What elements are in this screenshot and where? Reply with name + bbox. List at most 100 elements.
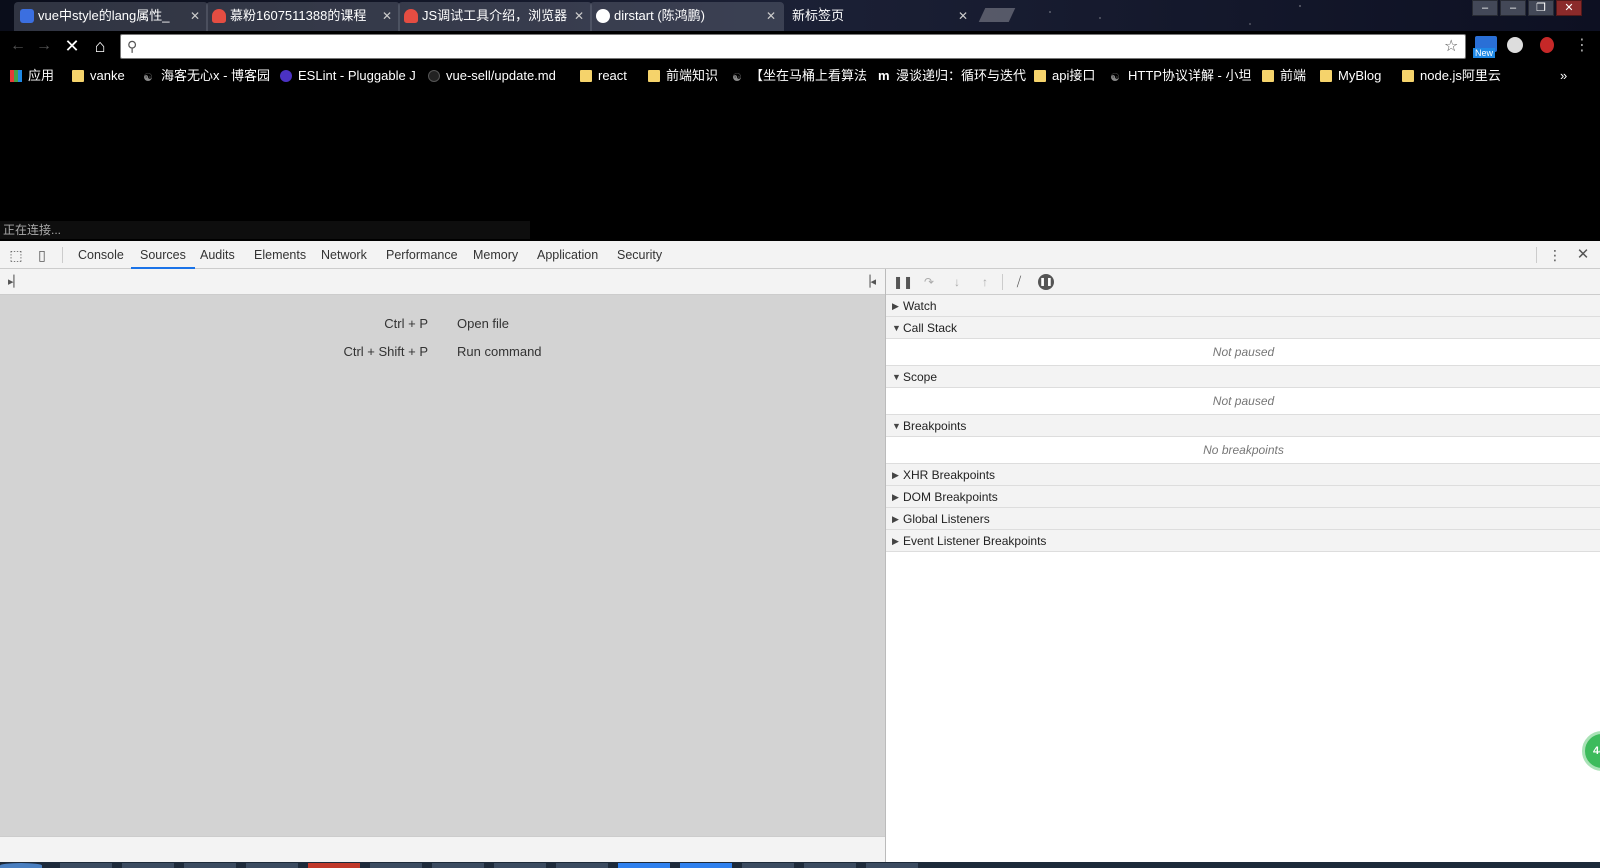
browser-tab[interactable]: JS调试工具介绍，浏览器 ✕: [398, 2, 592, 31]
tab-security[interactable]: Security: [608, 241, 671, 269]
call-stack-empty: Not paused: [886, 339, 1600, 366]
device-toolbar-icon[interactable]: ▯: [33, 246, 51, 264]
pause-on-exceptions-icon[interactable]: ❚❚: [1038, 274, 1054, 290]
bookmark-item[interactable]: ☯ HTTP协议详解 - 小坦: [1110, 68, 1252, 84]
new-tab-button[interactable]: [978, 8, 1016, 22]
taskbar-app[interactable]: [618, 863, 670, 868]
bookmark-label: 【坐在马桶上看算法: [750, 68, 868, 83]
page-content: [0, 91, 1600, 241]
taskbar-app[interactable]: [308, 863, 360, 868]
start-button[interactable]: [0, 863, 42, 868]
tab-close-icon[interactable]: ✕: [574, 2, 584, 30]
forward-icon[interactable]: →: [34, 36, 54, 56]
section-title: Global Listeners: [903, 512, 990, 526]
bookmark-item[interactable]: react: [580, 68, 627, 84]
bookmark-item[interactable]: node.js阿里云: [1402, 68, 1501, 84]
browser-tab-active[interactable]: 新标签页 ✕: [782, 2, 976, 31]
breakpoints-empty: No breakpoints: [886, 437, 1600, 464]
stop-loading-icon[interactable]: ✕: [62, 36, 82, 56]
extension-icon[interactable]: New: [1473, 36, 1497, 58]
tab-audits[interactable]: Audits: [191, 241, 244, 269]
section-event-listener-breakpoints[interactable]: ▶ Event Listener Breakpoints: [886, 530, 1600, 552]
taskbar-app[interactable]: [680, 863, 732, 868]
section-breakpoints[interactable]: ▼ Breakpoints: [886, 415, 1600, 437]
search-icon: ⚲: [127, 38, 138, 54]
star-icon[interactable]: ☆: [1444, 36, 1458, 56]
tab-network[interactable]: Network: [312, 241, 376, 269]
taskbar-app[interactable]: [432, 863, 484, 868]
tab-sources[interactable]: Sources: [131, 241, 195, 269]
tab-memory[interactable]: Memory: [464, 241, 527, 269]
bookmark-item[interactable]: ☯ 【坐在马桶上看算法: [732, 68, 867, 84]
extension-icon[interactable]: [1540, 37, 1554, 53]
bookmark-item[interactable]: 前端: [1262, 68, 1306, 84]
close-devtools-icon[interactable]: ✕: [1574, 246, 1592, 264]
home-icon[interactable]: ⌂: [90, 36, 110, 56]
section-title: DOM Breakpoints: [903, 490, 998, 504]
bookmark-item[interactable]: vue-sell/update.md: [428, 68, 556, 84]
bookmark-item[interactable]: ☯ 海客无心x - 博客园: [143, 68, 270, 84]
step-out-icon[interactable]: ↑: [976, 273, 994, 291]
step-over-icon[interactable]: ↷: [920, 273, 938, 291]
address-input[interactable]: [149, 37, 1429, 56]
minimize-button[interactable]: –: [1472, 0, 1498, 16]
taskbar-app[interactable]: [866, 863, 918, 868]
tab-close-icon[interactable]: ✕: [382, 2, 392, 30]
taskbar-app[interactable]: [122, 863, 174, 868]
taskbar-app[interactable]: [246, 863, 298, 868]
tab-close-icon[interactable]: ✕: [958, 2, 968, 30]
section-global-listeners[interactable]: ▶ Global Listeners: [886, 508, 1600, 530]
section-watch[interactable]: ▶ Watch: [886, 295, 1600, 317]
section-dom-breakpoints[interactable]: ▶ DOM Breakpoints: [886, 486, 1600, 508]
tab-close-icon[interactable]: ✕: [766, 2, 776, 30]
toggle-debugger-icon[interactable]: ▕◂: [860, 273, 878, 291]
bookmark-item[interactable]: m 漫谈递归：循环与迭代: [878, 68, 1026, 84]
bookmark-item[interactable]: api接口: [1034, 68, 1095, 84]
tab-close-icon[interactable]: ✕: [190, 2, 200, 30]
section-scope[interactable]: ▼ Scope: [886, 366, 1600, 388]
minimize-button[interactable]: –: [1500, 0, 1526, 16]
back-icon[interactable]: ←: [8, 36, 28, 56]
taskbar-app[interactable]: [370, 863, 422, 868]
divider: [1536, 247, 1537, 263]
deactivate-breakpoints-icon[interactable]: ⧸: [1010, 273, 1028, 291]
taskbar-app[interactable]: [494, 863, 546, 868]
taskbar-app[interactable]: [60, 863, 112, 868]
bookmarks-overflow-button[interactable]: »: [1560, 68, 1567, 84]
section-title: Call Stack: [903, 321, 958, 335]
tab-application[interactable]: Application: [528, 241, 607, 269]
section-xhr-breakpoints[interactable]: ▶ XHR Breakpoints: [886, 464, 1600, 486]
tab-elements[interactable]: Elements: [245, 241, 315, 269]
tab-title: vue中style的lang属性_: [38, 8, 170, 23]
extension-icon[interactable]: [1507, 37, 1523, 53]
pause-icon[interactable]: ❚❚: [893, 273, 913, 291]
section-call-stack[interactable]: ▼ Call Stack: [886, 317, 1600, 339]
inspect-element-icon[interactable]: ⬚: [7, 246, 25, 264]
collapse-arrow-icon: ▼: [892, 421, 901, 431]
toggle-navigator-icon[interactable]: ▸▏: [6, 273, 24, 291]
expand-arrow-icon: ▶: [892, 514, 899, 524]
browser-tab[interactable]: vue中style的lang属性_ ✕: [14, 2, 208, 31]
taskbar-app[interactable]: [556, 863, 608, 868]
restore-button[interactable]: ❐: [1528, 0, 1554, 16]
more-options-icon[interactable]: ⋮: [1546, 246, 1564, 264]
expand-arrow-icon: ▶: [892, 492, 899, 502]
bookmark-item[interactable]: vanke: [72, 68, 125, 84]
tab-console[interactable]: Console: [69, 241, 133, 269]
taskbar-app[interactable]: [804, 863, 856, 868]
taskbar-app[interactable]: [742, 863, 794, 868]
taskbar-app[interactable]: [184, 863, 236, 868]
tab-performance[interactable]: Performance: [377, 241, 467, 269]
bookmark-item[interactable]: ESLint - Pluggable J: [280, 68, 416, 84]
step-into-icon[interactable]: ↓: [948, 273, 966, 291]
bookmark-item[interactable]: MyBlog: [1320, 68, 1381, 84]
imooc-icon: [404, 9, 418, 23]
address-bar[interactable]: ⚲ ☆: [120, 34, 1466, 59]
sources-editor-area: ▸▏ ▕◂ Ctrl + P Open file Ctrl + Shift + …: [0, 269, 885, 862]
bookmark-item[interactable]: 前端知识: [648, 68, 718, 84]
close-window-button[interactable]: ✕: [1556, 0, 1582, 16]
browser-tab[interactable]: 慕粉1607511388的课程 ✕: [206, 2, 400, 31]
menu-icon[interactable]: ⋮: [1572, 36, 1592, 56]
bookmark-item[interactable]: 应用: [10, 68, 54, 84]
browser-tab[interactable]: dirstart (陈鸿鹏) ✕: [590, 2, 784, 31]
